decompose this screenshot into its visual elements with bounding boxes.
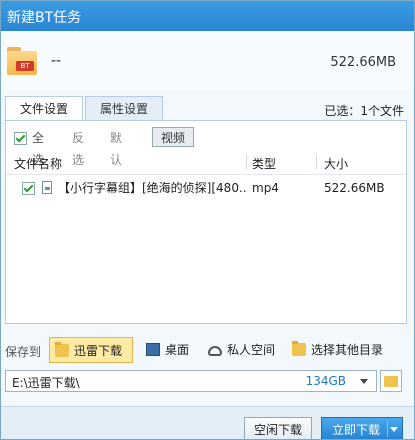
chevron-down-icon[interactable] — [390, 427, 398, 432]
selection-info: 已选：1个文件 — [324, 104, 404, 118]
bottom-bar: 空闲下载 立即下载 — [1, 406, 414, 439]
file-type: mp4 — [252, 181, 279, 195]
tab-property-settings[interactable]: 属性设置 — [85, 96, 163, 120]
browse-folder-button[interactable] — [380, 370, 402, 392]
idle-download-button[interactable]: 空闲下载 — [244, 417, 312, 439]
new-bt-task-window: 新建BT任务 BT -- 522.66MB 文件设置 属性设置 已选：1个文件 … — [0, 0, 415, 440]
video-filter-button[interactable]: 视频 — [152, 127, 194, 147]
column-header: 文件名称 类型 大小 — [6, 154, 406, 175]
file-checkbox[interactable] — [22, 182, 35, 195]
video-file-icon — [42, 181, 52, 194]
file-size: 522.66MB — [324, 181, 385, 195]
tab-file-settings[interactable]: 文件设置 — [5, 96, 83, 121]
task-header: BT -- 522.66MB — [1, 31, 414, 91]
bt-badge: BT — [16, 61, 34, 71]
save-option-xunlei-download[interactable]: 迅雷下载 — [49, 337, 133, 363]
window-title: 新建BT任务 — [7, 10, 82, 26]
download-now-label: 立即下载 — [332, 423, 381, 437]
desktop-icon — [146, 343, 160, 356]
task-name: -- — [51, 53, 62, 69]
column-size[interactable]: 大小 — [324, 154, 348, 174]
file-row[interactable]: 【小行字幕组】[绝海的侦探][480... mp4 522.66MB — [6, 178, 406, 198]
file-list-panel: 全选 反选 默认 视频 文件名称 类型 大小 【小行字幕组】[绝海的侦探][48… — [5, 120, 407, 324]
bt-folder-icon: BT — [7, 47, 37, 75]
save-option-desktop[interactable]: 桌面 — [141, 337, 199, 363]
save-path-combobox[interactable]: E:\迅雷下载\ 134GB — [5, 370, 377, 392]
folder-icon — [384, 376, 398, 387]
column-name[interactable]: 文件名称 — [14, 154, 62, 174]
save-to-label: 保存到 — [5, 345, 42, 359]
cloud-icon — [208, 346, 222, 356]
save-option-choose-directory[interactable]: 选择其他目录 — [287, 337, 391, 363]
save-to-row: 保存到 迅雷下载 桌面 私人空间 选择其他目录 — [5, 337, 410, 363]
title-bar[interactable]: 新建BT任务 — [1, 1, 414, 31]
free-space: 134GB — [305, 374, 346, 388]
chevron-down-icon[interactable] — [360, 379, 368, 384]
total-size: 522.66MB — [330, 55, 396, 70]
file-name: 【小行字幕组】[绝海的侦探][480... — [58, 181, 248, 195]
select-all-checkbox[interactable] — [14, 132, 27, 145]
download-now-button[interactable]: 立即下载 — [321, 417, 403, 439]
folder-icon — [292, 341, 306, 356]
save-path-value: E:\迅雷下载\ — [12, 376, 80, 390]
folder-icon — [55, 342, 69, 357]
save-option-private-space[interactable]: 私人空间 — [203, 337, 283, 363]
column-type[interactable]: 类型 — [252, 154, 276, 174]
